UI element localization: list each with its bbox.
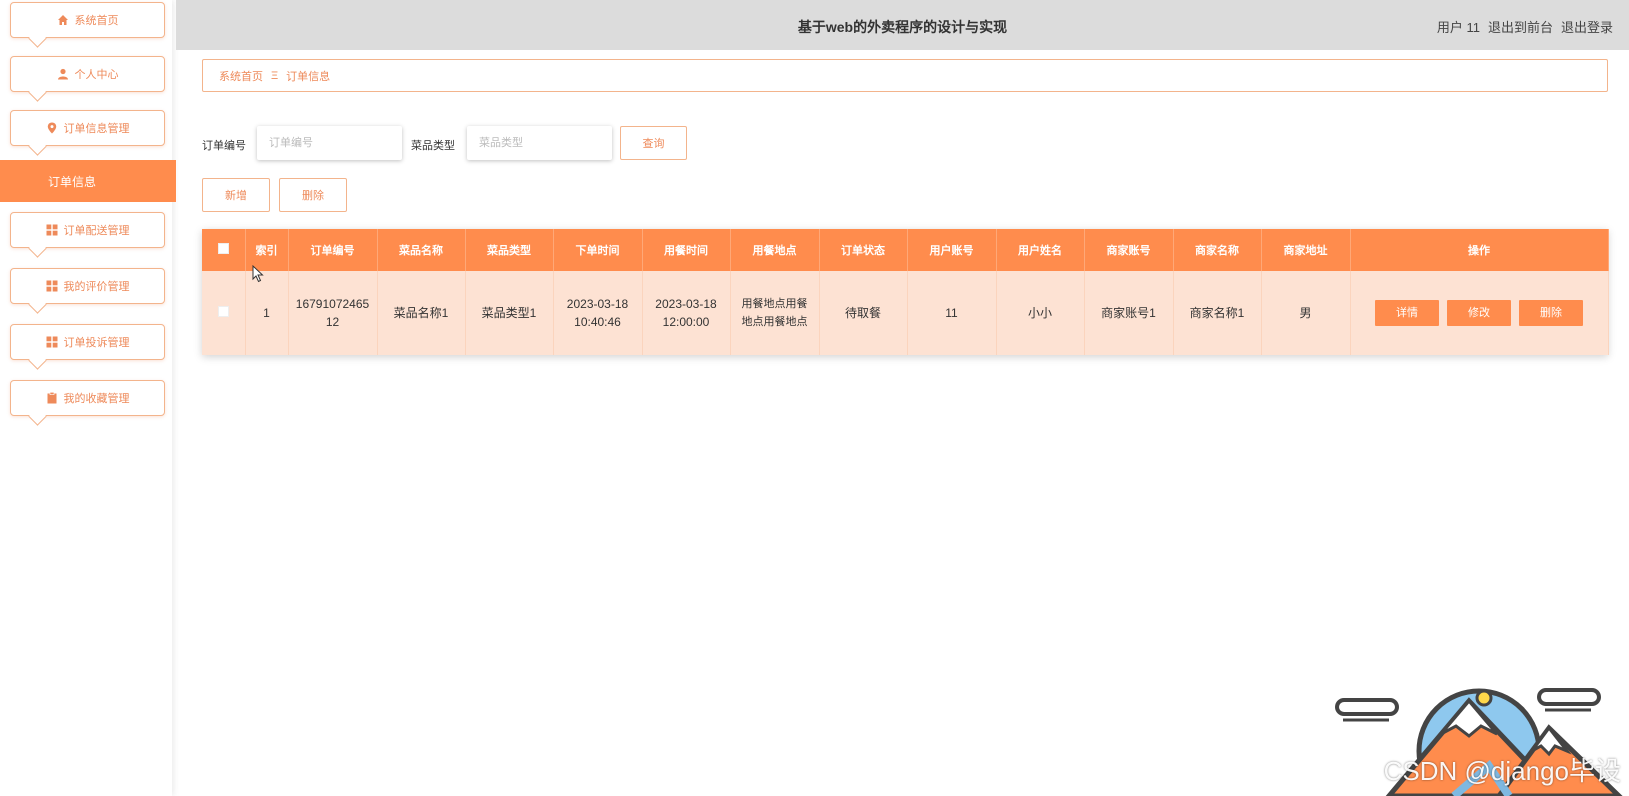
sidebar-item-label: 我的评价管理 (63, 281, 130, 293)
cell-dish-type: 菜品类型1 (465, 271, 554, 355)
table-row: 1 1679107246512 菜品名称1 菜品类型1 2023-03-18 1… (202, 271, 1609, 355)
top-header: 基于web的外卖程序的设计与实现 用户 11 退出到前台 退出登录 (176, 0, 1629, 50)
sidebar-item-personal-center[interactable]: 个人中心 (10, 56, 165, 92)
sidebar-item-complaint-management[interactable]: 订单投诉管理 (10, 324, 165, 360)
select-all-cell (202, 229, 246, 271)
cell-operations: 详情 修改 删除 (1350, 271, 1609, 355)
sidebar-item-label: 我的收藏管理 (63, 393, 130, 405)
watermark-text: CSDN @django毕设 (1383, 756, 1621, 786)
grid-icon (46, 224, 58, 236)
home-icon (57, 14, 69, 26)
sidebar-item-delivery-management[interactable]: 订单配送管理 (10, 212, 165, 248)
query-button[interactable]: 查询 (620, 126, 687, 160)
detail-button[interactable]: 详情 (1375, 300, 1439, 326)
order-no-input[interactable] (257, 126, 402, 160)
cell-index: 1 (245, 271, 289, 355)
sidebar-item-favorites-management[interactable]: 我的收藏管理 (10, 380, 165, 416)
select-all-checkbox[interactable] (217, 243, 229, 254)
column-header: 菜品名称 (377, 229, 466, 271)
batch-delete-button[interactable]: 删除 (279, 178, 347, 212)
sidebar-item-label: 系统首页 (74, 15, 119, 27)
column-header: 用户姓名 (996, 229, 1085, 271)
order-no-label: 订单编号 (202, 140, 246, 152)
order-table: 索引 订单编号 菜品名称 菜品类型 下单时间 用餐时间 用餐地点 订单状态 用户… (202, 229, 1609, 355)
add-button[interactable]: 新增 (202, 178, 270, 212)
sidebar-item-label: 订单投诉管理 (63, 337, 130, 349)
sidebar-item-label: 个人中心 (74, 69, 119, 81)
sidebar-subitem-order-info[interactable]: 订单信息 (0, 160, 176, 202)
column-header: 菜品类型 (465, 229, 554, 271)
location-pin-icon (46, 122, 58, 134)
breadcrumb-current: 订单信息 (286, 70, 331, 83)
column-header: 用餐地点 (730, 229, 820, 271)
sidebar-subitem-label: 订单信息 (47, 174, 96, 189)
cell-merchant-name: 商家名称1 (1173, 271, 1262, 355)
column-header: 商家名称 (1173, 229, 1262, 271)
cell-status: 待取餐 (819, 271, 908, 355)
grid-icon (46, 336, 58, 348)
sidebar: 系统首页 个人中心 订单信息管理 订单信息 订单配送管理 我的评价管理 订单投诉… (0, 0, 176, 796)
page-title: 基于web的外卖程序的设计与实现 (797, 19, 1008, 35)
column-header: 操作 (1350, 229, 1609, 271)
delete-button[interactable]: 删除 (1519, 300, 1583, 326)
logout-link[interactable]: 退出登录 (1561, 17, 1613, 36)
table-header-row: 索引 订单编号 菜品名称 菜品类型 下单时间 用餐时间 用餐地点 订单状态 用户… (202, 229, 1609, 271)
mouse-cursor-icon (252, 265, 264, 283)
column-header: 商家地址 (1261, 229, 1351, 271)
cell-meal-time: 2023-03-18 12:00:00 (642, 271, 731, 355)
breadcrumb-separator-icon: Ξ (271, 69, 279, 82)
cell-order-time: 2023-03-18 10:40:46 (553, 271, 643, 355)
dish-type-input[interactable] (467, 126, 612, 160)
sidebar-item-label: 订单配送管理 (63, 225, 130, 237)
sidebar-item-review-management[interactable]: 我的评价管理 (10, 268, 165, 304)
cell-merchant-account: 商家账号1 (1084, 271, 1174, 355)
clipboard-icon (46, 392, 58, 404)
current-user: 用户 11 (1436, 20, 1480, 35)
column-header: 订单编号 (288, 229, 378, 271)
sidebar-item-label: 订单信息管理 (63, 123, 130, 135)
sidebar-item-home[interactable]: 系统首页 (10, 2, 165, 38)
breadcrumb: 系统首页 Ξ 订单信息 (202, 59, 1608, 92)
column-header: 用餐时间 (642, 229, 731, 271)
cell-meal-place: 用餐地点用餐地点用餐地点 (730, 271, 820, 355)
edit-button[interactable]: 修改 (1447, 300, 1511, 326)
breadcrumb-home[interactable]: 系统首页 (219, 68, 263, 84)
column-header: 用户账号 (907, 229, 997, 271)
column-header: 商家账号 (1084, 229, 1174, 271)
header-user-links: 用户 11 退出到前台 退出登录 (1437, 17, 1613, 36)
dish-type-label: 菜品类型 (411, 140, 455, 152)
cell-user-name: 小小 (996, 271, 1085, 355)
sidebar-item-order-info-management[interactable]: 订单信息管理 (10, 110, 165, 146)
user-icon (57, 68, 69, 80)
cell-user-account: 11 (907, 271, 997, 355)
cell-order-no: 1679107246512 (288, 271, 378, 355)
cell-dish-name: 菜品名称1 (377, 271, 466, 355)
column-header: 订单状态 (819, 229, 908, 271)
row-checkbox[interactable] (217, 306, 229, 317)
row-select-cell (202, 271, 246, 355)
cell-merchant-address: 男 (1261, 271, 1351, 355)
column-header: 下单时间 (553, 229, 643, 271)
grid-icon (46, 280, 58, 292)
back-to-front-link[interactable]: 退出到前台 (1488, 17, 1553, 36)
